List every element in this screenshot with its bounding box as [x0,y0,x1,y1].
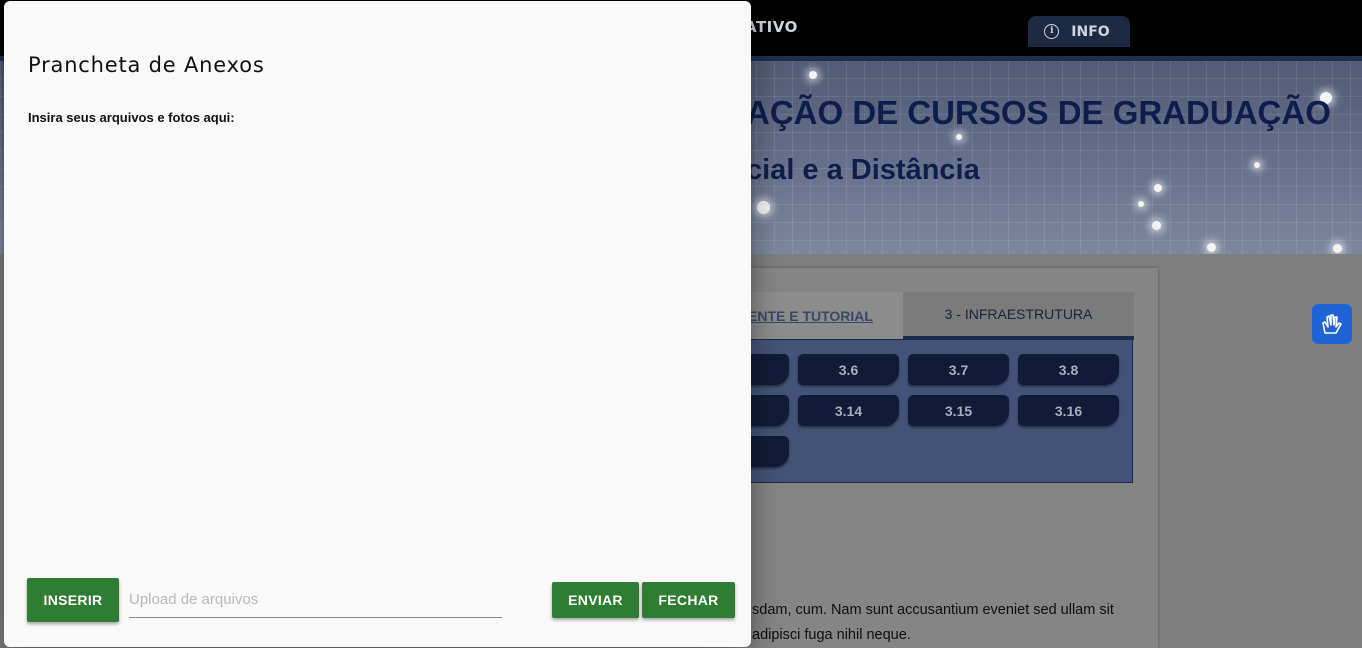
sign-language-icon [1322,314,1342,334]
item-chip[interactable]: 3.15 [908,395,1009,426]
banner-light-dot [1154,184,1162,192]
send-button[interactable]: ENVIAR [552,582,639,618]
banner-light-dot [1333,244,1342,253]
item-chip[interactable]: 3.6 [798,354,899,385]
banner-title: AÇÃO DE CURSOS DE GRADUAÇÃO [746,94,1331,131]
tab-infraestrutura[interactable]: 3 - INFRAESTRUTURA [903,292,1134,340]
close-button[interactable]: FECHAR [642,582,735,618]
body-line: adipisci fuga nihil neque. [752,627,911,643]
navbar-title[interactable]: ATIVO [745,18,798,36]
banner-light-dot [1254,162,1260,168]
banner-light-dot [1138,201,1144,207]
dialog-title: Prancheta de Anexos [28,53,265,77]
dialog-description: Insira seus arquivos e fotos aqui: [28,110,235,125]
item-chip[interactable]: 3.8 [1018,354,1119,385]
banner-light-dot [809,71,817,79]
banner-light-dot [1152,221,1161,230]
info-button[interactable]: i INFO [1028,16,1130,47]
body-line: sdam, cum. Nam sunt accusantium eveniet … [752,602,1114,618]
banner-light-dot [956,134,962,140]
banner-light-dot [1207,243,1216,252]
banner-subtitle: cial e a Distância [746,154,980,186]
body-paragraph: sdam, cum. Nam sunt accusantium eveniet … [752,598,1134,648]
info-icon: i [1044,24,1060,39]
insert-button[interactable]: INSERIR [27,578,119,622]
accessibility-button[interactable] [1312,304,1352,344]
file-upload-input[interactable] [129,581,502,618]
item-chip[interactable]: 3.7 [908,354,1009,385]
tab-docente-tutorial[interactable]: ENTE E TUTORIAL [748,308,873,324]
item-chip[interactable]: 3.16 [1018,395,1119,426]
banner-light-dot [757,201,770,214]
item-chip[interactable]: 3.14 [798,395,899,426]
info-label: INFO [1071,23,1110,40]
attachments-dialog: Prancheta de Anexos Insira seus arquivos… [4,1,751,647]
